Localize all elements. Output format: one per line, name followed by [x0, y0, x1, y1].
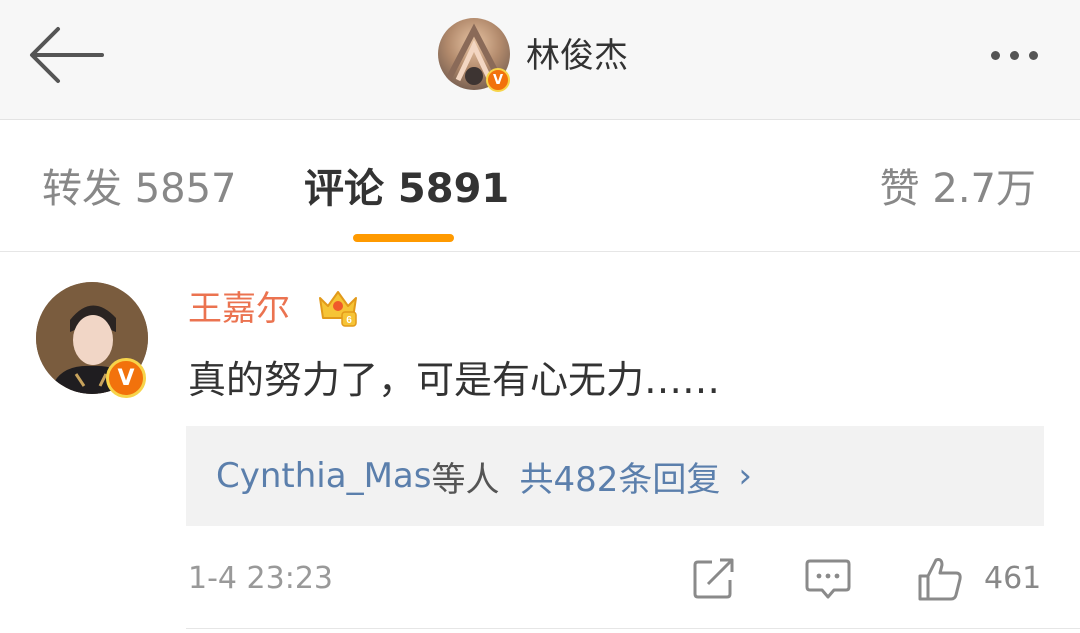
- more-dot: [990, 50, 1000, 60]
- back-arrow-icon: [30, 27, 104, 83]
- active-tab-indicator: [353, 234, 454, 242]
- svg-text:6: 6: [346, 315, 352, 326]
- divider: [186, 628, 1080, 629]
- comment-text: 真的努力了，可是有心无力……: [188, 358, 721, 402]
- like-count: 461: [984, 561, 1042, 596]
- tab-bar: 转发 5857 评论 5891 赞 2.7万: [0, 121, 1080, 252]
- verified-badge-icon: V: [106, 358, 146, 398]
- tab-forward[interactable]: 转发 5857: [42, 161, 237, 217]
- comment-user-name[interactable]: 王嘉尔: [188, 286, 290, 332]
- comment-avatar[interactable]: V: [36, 282, 152, 398]
- reply-count-link[interactable]: 共482条回复: [519, 452, 720, 501]
- page-title: 林俊杰: [526, 36, 628, 76]
- more-dot: [1028, 50, 1038, 60]
- comment-timestamp: 1-4 23:23: [188, 561, 333, 596]
- back-button[interactable]: [24, 22, 108, 88]
- comment-icon: [805, 559, 851, 599]
- tab-comment[interactable]: 评论 5891: [304, 161, 509, 217]
- reply-user-link[interactable]: Cynthia_Mas: [216, 456, 431, 496]
- header-avatar[interactable]: V: [438, 18, 510, 92]
- like-button[interactable]: [916, 556, 964, 602]
- more-button[interactable]: [972, 30, 1056, 80]
- reply-button[interactable]: [804, 556, 852, 602]
- share-button[interactable]: [690, 556, 738, 602]
- share-icon: [693, 558, 734, 599]
- verified-badge-icon: V: [486, 68, 510, 92]
- thumbs-up-icon: [918, 558, 962, 601]
- replies-box[interactable]: Cynthia_Mas 等人 共482条回复 ›: [186, 426, 1044, 526]
- chevron-right-icon: ›: [738, 456, 752, 496]
- crown-icon: 6: [319, 291, 357, 327]
- reply-others-text: 等人: [431, 459, 500, 500]
- more-dot: [1009, 50, 1019, 60]
- top-bar: V 林俊杰: [0, 0, 1080, 120]
- tab-like[interactable]: 赞 2.7万: [880, 161, 1036, 217]
